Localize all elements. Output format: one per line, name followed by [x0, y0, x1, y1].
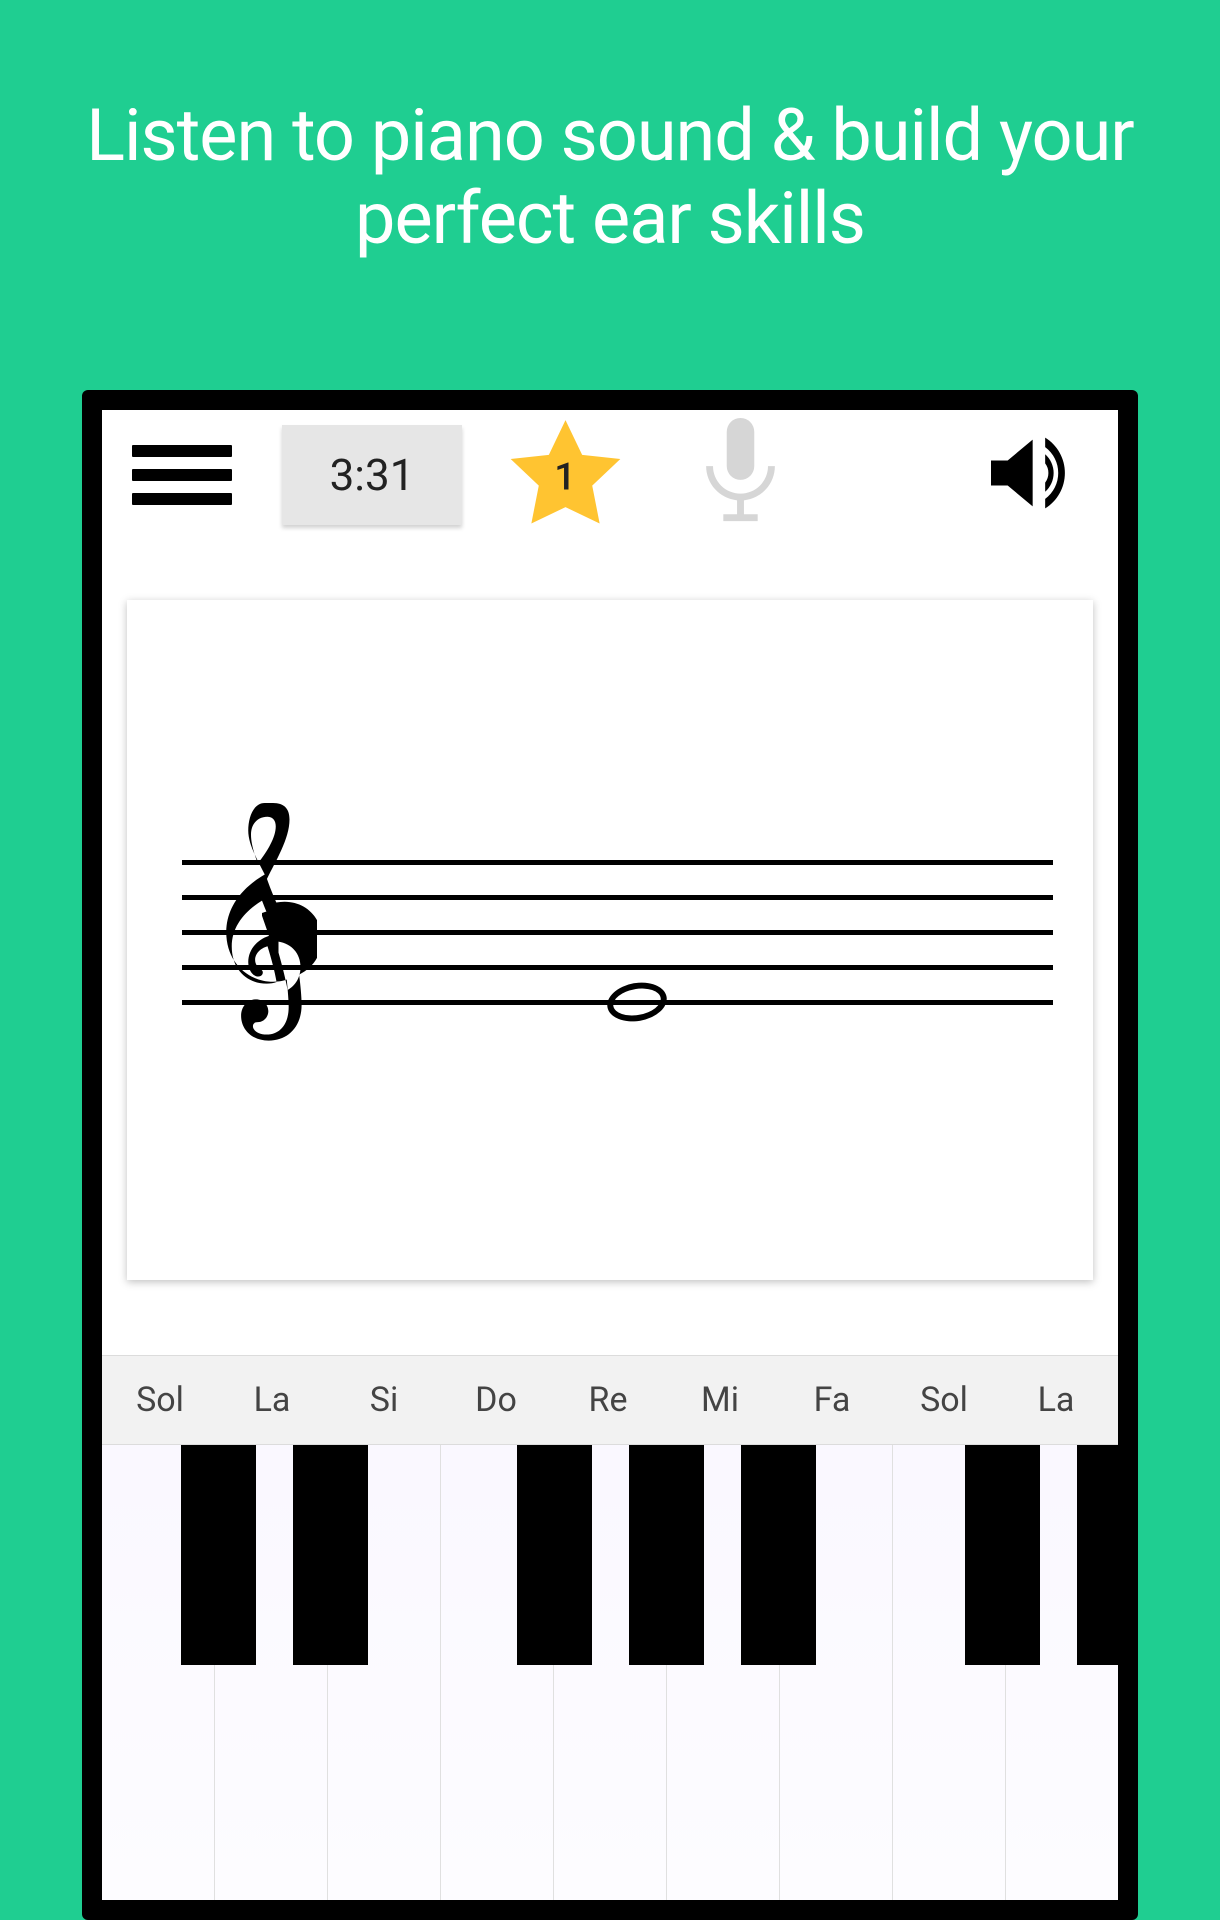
menu-button[interactable]	[132, 445, 232, 505]
black-key[interactable]	[1077, 1445, 1118, 1665]
black-keys	[102, 1445, 1118, 1665]
hamburger-icon	[132, 469, 232, 481]
top-toolbar: 3:31 1	[102, 410, 1118, 540]
black-key[interactable]	[741, 1445, 816, 1665]
piano-keyboard	[102, 1445, 1118, 1900]
phone-frame: 3:31 1	[82, 390, 1138, 1920]
black-key[interactable]	[629, 1445, 704, 1665]
treble-clef-icon	[207, 795, 317, 1075]
timer-display: 3:31	[282, 425, 462, 525]
music-staff-card	[127, 600, 1093, 1280]
speaker-icon	[976, 423, 1081, 527]
note-label: La	[216, 1380, 328, 1420]
note-label: Sol	[888, 1380, 1000, 1420]
note-label: Mi	[664, 1380, 776, 1420]
black-key[interactable]	[293, 1445, 368, 1665]
note-label: Si	[328, 1380, 440, 1420]
sound-button[interactable]	[978, 425, 1088, 525]
note-label: La	[1000, 1380, 1112, 1420]
promo-headline: Listen to piano sound & build your perfe…	[0, 0, 1220, 261]
black-key[interactable]	[181, 1445, 256, 1665]
app-screen: 3:31 1	[102, 410, 1118, 1900]
note-label: Do	[440, 1380, 552, 1420]
hamburger-icon	[132, 445, 232, 457]
microphone-icon	[698, 418, 783, 532]
microphone-button[interactable]	[700, 420, 780, 530]
note-labels-bar: Sol La Si Do Re Mi Fa Sol La	[102, 1355, 1118, 1445]
score-star: 1	[500, 410, 630, 540]
black-key[interactable]	[965, 1445, 1040, 1665]
score-value: 1	[554, 456, 576, 500]
hamburger-icon	[132, 493, 232, 505]
black-key[interactable]	[517, 1445, 592, 1665]
note-label: Sol	[104, 1380, 216, 1420]
note-label: Re	[552, 1380, 664, 1420]
note-label: Fa	[776, 1380, 888, 1420]
